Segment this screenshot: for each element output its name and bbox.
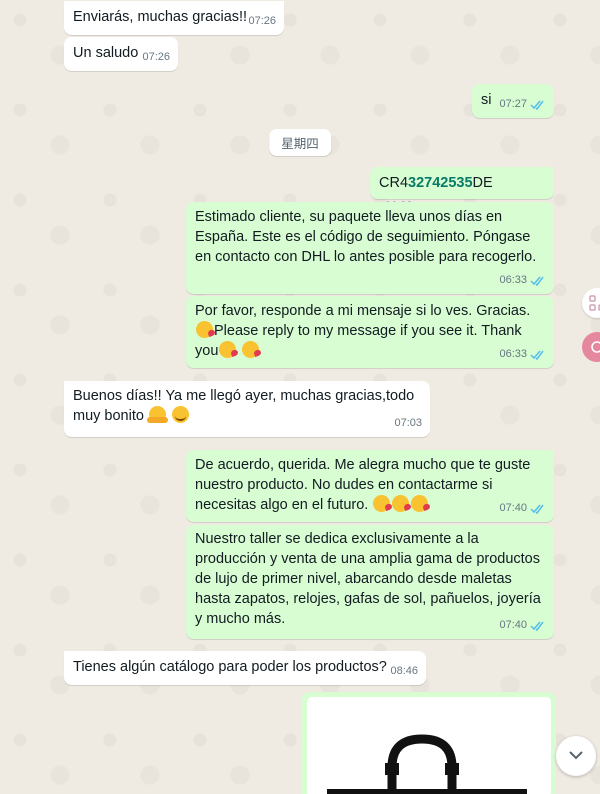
tracking-number[interactable]: 32742535 <box>408 175 473 191</box>
double-check-icon <box>530 503 546 514</box>
message-outgoing[interactable]: De acuerdo, querida. Me alegra mucho que… <box>186 450 554 522</box>
message-text: Buenos días!! Ya me llegó ayer, muchas g… <box>73 388 415 424</box>
message-text: si <box>481 92 492 108</box>
logo-image <box>327 734 527 794</box>
scroll-down-button[interactable] <box>556 736 596 776</box>
message-meta: 07:40 <box>499 615 546 635</box>
message-outgoing[interactable]: Estimado cliente, su paquete lleva unos … <box>186 202 554 294</box>
message-text: Estimado cliente, su paquete lleva unos … <box>195 209 537 265</box>
kiss-emoji-icon <box>196 321 213 338</box>
message-meta: 07:40 <box>499 498 546 518</box>
message-text: Enviarás, muchas gracias!! <box>73 9 248 25</box>
message-outgoing[interactable]: Nuestro taller se dedica exclusivamente … <box>186 525 554 639</box>
message-text-a: Por favor, responde a mi mensaje si lo v… <box>195 303 531 319</box>
day-separator: 星期四 <box>269 129 331 156</box>
kiss-emoji-icon <box>411 495 429 512</box>
message-time: 07:40 <box>499 619 527 631</box>
smiling-emoji-icon <box>172 406 189 423</box>
message-text: Un saludo <box>73 45 139 61</box>
message-incoming[interactable]: Tienes algún catálogo para poder los pro… <box>64 651 426 685</box>
double-check-icon <box>530 99 546 110</box>
message-time: 06:33 <box>499 348 527 360</box>
message-outgoing[interactable]: Por favor, responde a mi mensaje si lo v… <box>186 296 554 368</box>
hugging-emoji-icon <box>146 406 168 423</box>
message-meta: 07:26 <box>248 11 276 31</box>
message-incoming[interactable]: Un saludo 07:26 <box>64 37 178 71</box>
image-message[interactable] <box>302 692 556 794</box>
chevron-down-icon <box>568 747 584 765</box>
message-time: 07:27 <box>499 98 527 110</box>
message-time: 07:26 <box>248 15 276 27</box>
double-check-icon <box>530 275 546 286</box>
message-time: 06:33 <box>499 274 527 286</box>
kiss-emoji-icon <box>242 341 260 358</box>
kiss-emoji-icon <box>373 495 391 512</box>
message-time: 07:26 <box>142 51 170 63</box>
message-time: 07:40 <box>499 502 527 514</box>
message-time: 08:46 <box>390 665 418 677</box>
tracking-prefix: CR4 <box>379 175 409 191</box>
message-meta: 06:33 <box>499 344 546 364</box>
message-incoming[interactable]: Buenos días!! Ya me llegó ayer, muchas g… <box>64 381 430 437</box>
kiss-emoji-icon <box>392 495 410 512</box>
double-check-icon <box>530 349 546 360</box>
message-meta: 08:46 <box>390 661 418 681</box>
message-meta: 07:26 <box>142 47 170 67</box>
kiss-emoji-icon <box>219 341 237 358</box>
tracking-suffix: DE <box>472 175 493 191</box>
message-meta: 06:33 <box>499 270 546 290</box>
message-outgoing[interactable]: CR432742535DE 06:32 <box>370 167 554 212</box>
double-check-icon <box>530 620 546 631</box>
message-meta: 07:27 <box>499 94 546 114</box>
message-time: 07:03 <box>394 417 422 429</box>
image-preview[interactable] <box>307 697 551 794</box>
message-meta: 07:03 <box>394 413 422 433</box>
message-text: Nuestro taller se dedica exclusivamente … <box>195 531 541 627</box>
message-outgoing[interactable]: si 07:27 <box>472 84 554 118</box>
message-incoming[interactable]: Enviarás, muchas gracias!! 07:26 <box>64 1 284 35</box>
message-text: Tienes algún catálogo para poder los pro… <box>73 659 387 675</box>
message-text: De acuerdo, querida. Me alegra mucho que… <box>195 457 531 513</box>
